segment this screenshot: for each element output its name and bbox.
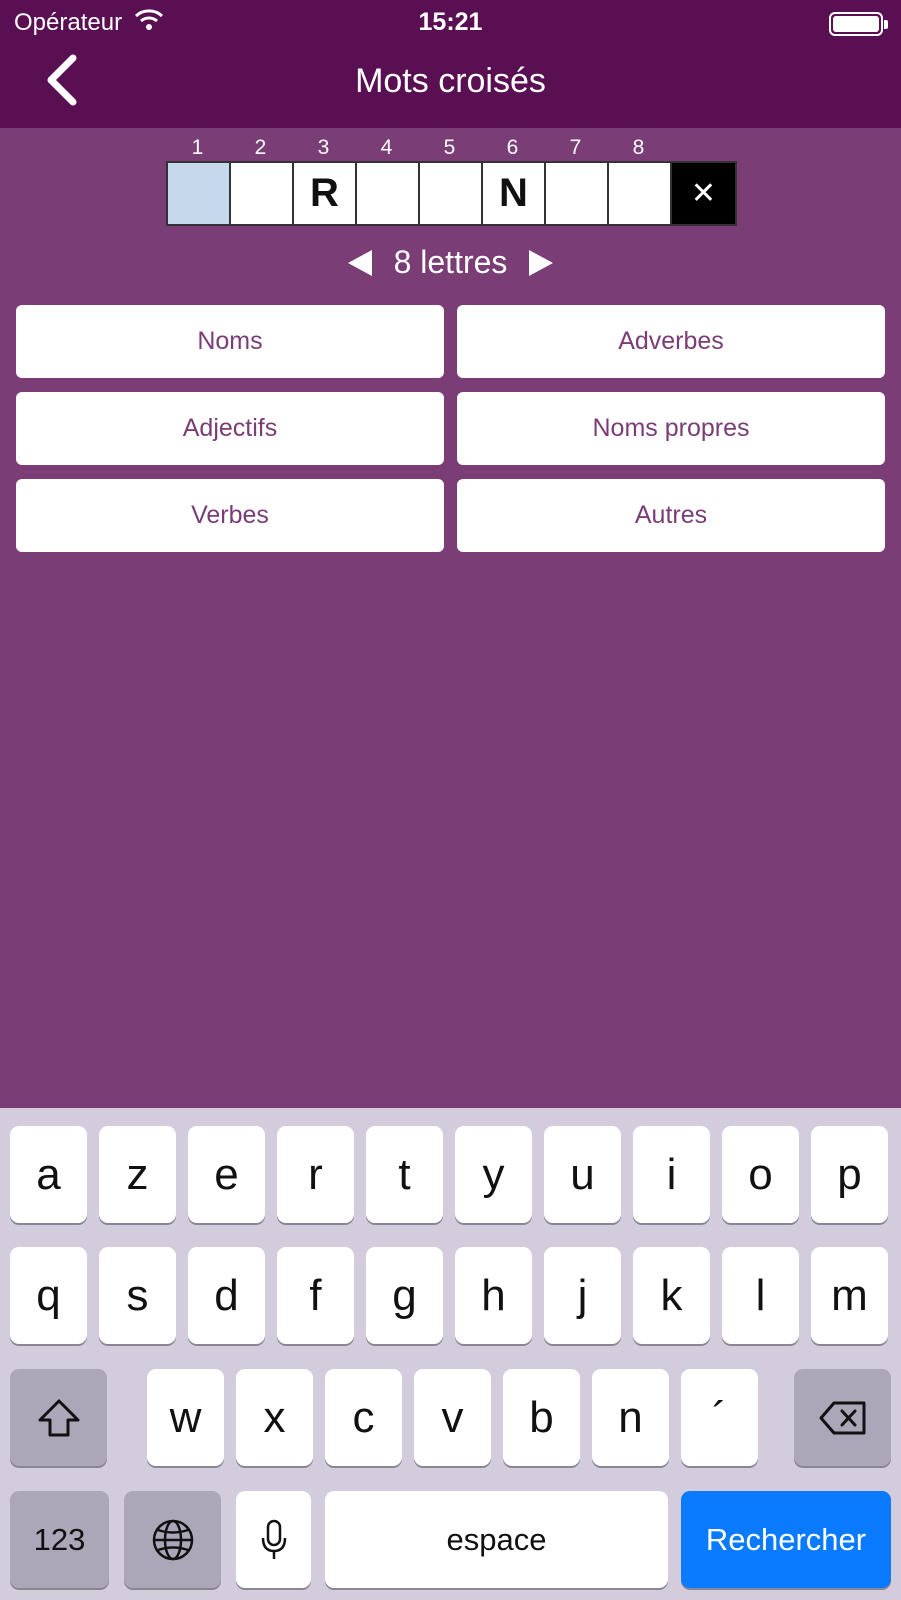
key[interactable]: u <box>544 1126 621 1223</box>
shift-arrow-icon <box>38 1399 79 1436</box>
battery-icon <box>829 12 888 36</box>
key[interactable]: g <box>366 1247 443 1344</box>
key[interactable]: p <box>811 1126 888 1223</box>
key[interactable]: x <box>236 1369 313 1466</box>
letter-cell[interactable] <box>420 163 483 224</box>
key[interactable]: n <box>592 1369 669 1466</box>
key[interactable]: f <box>277 1247 354 1344</box>
category-button-verbes[interactable]: Verbes <box>16 479 444 552</box>
key[interactable]: b <box>503 1369 580 1466</box>
key[interactable]: s <box>99 1247 176 1344</box>
key[interactable]: o <box>722 1126 799 1223</box>
keyboard: a z e r t y u i o p q s d f g h j k l m … <box>0 1108 901 1600</box>
category-button-noms-propres[interactable]: Noms propres <box>457 392 885 465</box>
accent-key[interactable]: ´ <box>681 1369 758 1466</box>
key[interactable]: q <box>10 1247 87 1344</box>
letter-cell[interactable]: R <box>294 163 357 224</box>
length-label: 8 lettres <box>393 244 508 280</box>
previous-length-button[interactable] <box>347 249 372 276</box>
category-button-adjectifs[interactable]: Adjectifs <box>16 392 444 465</box>
dictation-key[interactable] <box>236 1491 311 1588</box>
globe-icon <box>152 1519 193 1560</box>
letter-cell[interactable] <box>231 163 294 224</box>
letter-cell[interactable] <box>357 163 420 224</box>
column-number: 1 <box>191 136 204 159</box>
backspace-icon <box>819 1401 865 1434</box>
space-key[interactable]: espace <box>325 1491 668 1588</box>
key[interactable]: h <box>455 1247 532 1344</box>
key[interactable]: d <box>188 1247 265 1344</box>
status-time: 15:21 <box>418 8 483 36</box>
column-number: 4 <box>380 136 393 159</box>
search-key[interactable]: Rechercher <box>681 1491 891 1588</box>
key[interactable]: m <box>811 1247 888 1344</box>
key[interactable]: z <box>99 1126 176 1223</box>
column-number: 6 <box>506 136 519 159</box>
numbers-key[interactable]: 123 <box>10 1491 109 1588</box>
length-selector: 8 lettres <box>0 244 901 281</box>
globe-key[interactable] <box>124 1491 221 1588</box>
key[interactable]: e <box>188 1126 265 1223</box>
letter-cell[interactable] <box>609 163 672 224</box>
letter-cell[interactable]: N <box>483 163 546 224</box>
key[interactable]: w <box>147 1369 224 1466</box>
letter-cell[interactable] <box>168 163 231 224</box>
backspace-key[interactable] <box>794 1369 891 1466</box>
key[interactable]: c <box>325 1369 402 1466</box>
shift-key[interactable] <box>10 1369 107 1466</box>
page-title: Mots croisés <box>355 62 546 100</box>
next-length-button[interactable] <box>529 249 554 276</box>
clear-grid-button[interactable]: ✕ <box>672 163 735 224</box>
category-button-noms[interactable]: Noms <box>16 305 444 378</box>
column-number: 3 <box>317 136 330 159</box>
key[interactable]: i <box>633 1126 710 1223</box>
column-number: 8 <box>632 136 645 159</box>
key[interactable]: y <box>455 1126 532 1223</box>
key[interactable]: l <box>722 1247 799 1344</box>
letter-grid: R N ✕ <box>166 161 737 226</box>
column-number: 2 <box>254 136 267 159</box>
letter-cell[interactable] <box>546 163 609 224</box>
key[interactable]: k <box>633 1247 710 1344</box>
key[interactable]: r <box>277 1126 354 1223</box>
key[interactable]: v <box>414 1369 491 1466</box>
key[interactable]: a <box>10 1126 87 1223</box>
column-numbers: 1 2 3 4 5 6 7 8 <box>0 136 901 160</box>
key[interactable]: j <box>544 1247 621 1344</box>
column-number: 7 <box>569 136 582 159</box>
microphone-icon <box>261 1519 286 1559</box>
category-button-adverbes[interactable]: Adverbes <box>457 305 885 378</box>
navigation-bar: Opérateur 15:21 Mots croisés <box>0 0 901 128</box>
key[interactable]: t <box>366 1126 443 1223</box>
column-number: 5 <box>443 136 456 159</box>
category-button-autres[interactable]: Autres <box>457 479 885 552</box>
